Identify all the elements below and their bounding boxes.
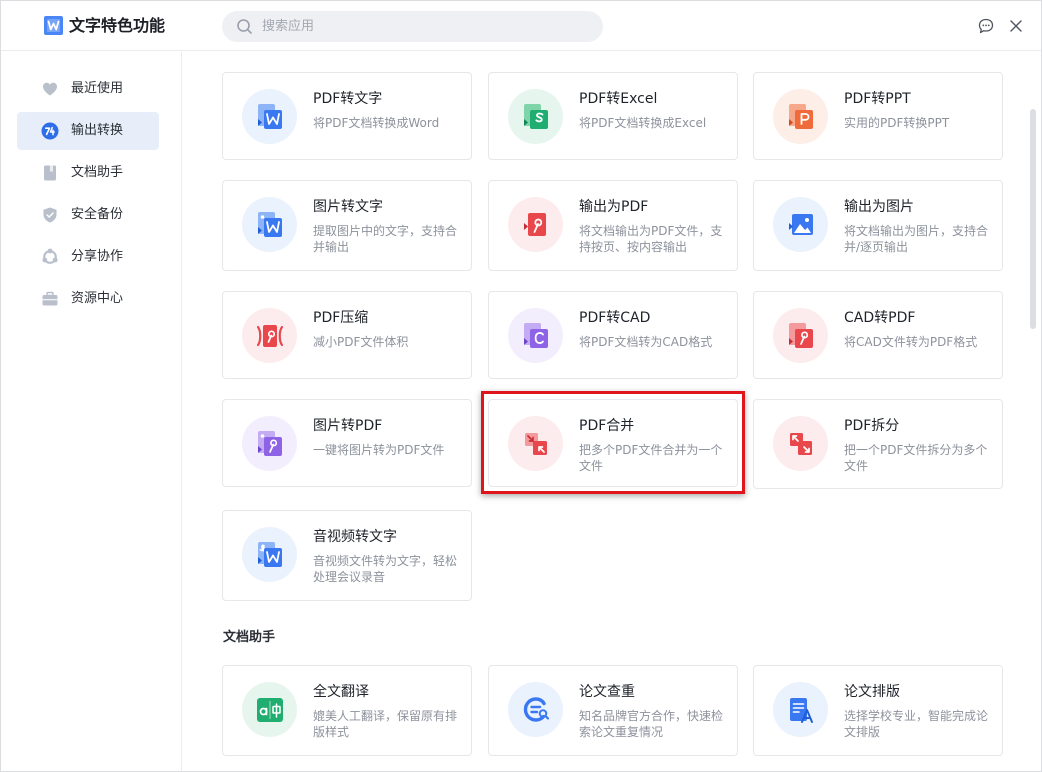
pdf-to-cad-icon [524,323,548,348]
heart-icon [43,82,57,96]
card-image-to-text[interactable]: 图片转文字 提取图片中的文字，支持合并输出 [222,180,472,271]
sidebar-item-doc-assistant[interactable]: 文档助手 [17,154,159,192]
card-export-pdf[interactable]: 输出为PDF 将文档输出为PDF文件，支持按页、按内容输出 [488,180,738,271]
app-logo-icon [44,16,63,35]
image-to-word-icon [258,212,282,237]
card-description: 将PDF文档转为CAD格式 [579,335,713,349]
image-to-pdf-icon [258,431,282,456]
card-pdf-to-text[interactable]: PDF转文字 将PDF文档转换成Word [222,72,472,160]
card-title: PDF转CAD [579,310,651,326]
sidebar-item-convert[interactable]: 输出转换 [17,112,159,150]
card-pdf-to-excel[interactable]: PDF转Excel 将PDF文档转换成Excel [488,72,738,160]
card-title: PDF转Excel [579,91,658,107]
card-title: 全文翻译 [313,684,369,700]
card-description: 选择学校专业，智能完成论文排版 [844,709,989,739]
sidebar-item-label: 输出转换 [71,123,124,138]
pdf-split-icon [790,433,812,455]
sidebar-item-label: 最近使用 [71,81,124,96]
card-description: 将PDF文档转换成Excel [579,116,707,130]
cad-to-pdf-icon [789,323,813,348]
main-content: PDF转文字 将PDF文档转换成Word PDF转Excel 将PDF文档转换成… [183,52,1041,771]
close-icon[interactable] [1007,17,1025,35]
card-thesis-format[interactable]: 论文排版 选择学校专业，智能完成论文排版 [753,665,1003,756]
card-title: 音视频转文字 [313,529,397,545]
card-title: CAD转PDF [844,310,916,326]
pdf-compress-icon [256,325,284,347]
sidebar-item-label: 文档助手 [71,165,124,180]
card-title: 输出为图片 [844,199,914,215]
card-description: 音视频文件转为文字，轻松处理会议录音 [313,554,458,584]
card-title: PDF转文字 [313,91,383,107]
export-image-icon [789,214,813,235]
card-pdf-compress[interactable]: PDF压缩 减小PDF文件体积 [222,291,472,379]
search-icon [237,19,252,34]
document-icon [44,165,56,181]
sidebar-item-label: 资源中心 [71,291,124,306]
card-cad-to-pdf[interactable]: CAD转PDF 将CAD文件转为PDF格式 [753,291,1003,379]
card-description: 将文档输出为PDF文件，支持按页、按内容输出 [579,224,723,254]
card-description: 提取图片中的文字，支持合并输出 [313,224,458,254]
card-title: PDF转PPT [844,91,911,107]
card-description: 将PDF文档转换成Word [313,116,440,130]
card-description: 把一个PDF文件拆分为多个文件 [844,443,988,473]
title-bar: 文字特色功能 [1,1,1041,51]
pdf-to-excel-icon [524,104,548,129]
export-pdf-icon [524,213,546,236]
app-title: 文字特色功能 [69,16,166,35]
scrollbar-thumb[interactable] [1030,109,1036,329]
card-title: PDF合并 [579,418,635,434]
section-title-doc-assistant: 文档助手 [223,630,276,645]
pdf-to-ppt-icon [789,104,813,129]
audio-to-word-icon [258,542,282,567]
card-pdf-merge[interactable]: PDF合并 把多个PDF文件合并为一个文件 [488,399,738,487]
shield-icon [43,207,57,223]
card-title: 图片转PDF [313,418,383,434]
sidebar-item-recent[interactable]: 最近使用 [17,70,159,108]
card-description: 媲美人工翻译，保留原有排版样式 [313,709,458,739]
card-description: 知名品牌官方合作，快速检索论文重复情况 [579,709,724,739]
card-title: 论文查重 [579,684,635,700]
card-title: 输出为PDF [579,199,649,215]
sidebar: 最近使用 输出转换 文档助手 安全备份 分享协作 资源中心 [1,52,182,771]
card-title: PDF拆分 [844,418,900,434]
card-pdf-to-ppt[interactable]: PDF转PPT 实用的PDF转换PPT [753,72,1003,160]
share-icon [42,248,58,264]
card-pdf-split[interactable]: PDF拆分 把一个PDF文件拆分为多个文件 [753,399,1003,489]
sidebar-item-share[interactable]: 分享协作 [17,238,159,276]
search-box[interactable] [222,11,603,42]
card-image-to-pdf[interactable]: 图片转PDF 一键将图片转为PDF文件 [222,399,472,487]
plagiarism-check-icon [523,697,550,722]
briefcase-icon [42,291,58,306]
card-title: 论文排版 [844,684,900,700]
sidebar-item-resources[interactable]: 资源中心 [17,280,159,318]
sidebar-item-label: 分享协作 [71,249,124,264]
thesis-format-icon [790,698,813,723]
card-description: 减小PDF文件体积 [313,335,409,349]
sidebar-item-label: 安全备份 [71,207,124,222]
search-input[interactable] [262,11,582,42]
card-title: 图片转文字 [313,199,383,215]
card-description: 把多个PDF文件合并为一个文件 [579,443,723,473]
card-audio-to-text[interactable]: 音视频转文字 音视频文件转为文字，轻松处理会议录音 [222,510,472,601]
card-description: 将CAD文件转为PDF格式 [844,335,978,349]
card-title: PDF压缩 [313,310,369,326]
feedback-icon[interactable] [977,17,995,35]
pdf-merge-icon [525,433,547,455]
card-plagiarism-check[interactable]: 论文查重 知名品牌官方合作，快速检索论文重复情况 [488,665,738,756]
sidebar-item-backup[interactable]: 安全备份 [17,196,159,234]
convert-icon [41,122,59,140]
pdf-to-word-icon [258,104,282,129]
card-export-image[interactable]: 输出为图片 将文档输出为图片，支持合并/逐页输出 [753,180,1003,271]
card-full-translate[interactable]: 全文翻译 媲美人工翻译，保留原有排版样式 [222,665,472,756]
card-description: 实用的PDF转换PPT [844,116,950,130]
card-description: 将文档输出为图片，支持合并/逐页输出 [844,224,989,254]
card-pdf-to-cad[interactable]: PDF转CAD 将PDF文档转为CAD格式 [488,291,738,379]
card-description: 一键将图片转为PDF文件 [313,443,445,457]
translate-icon [257,698,283,722]
